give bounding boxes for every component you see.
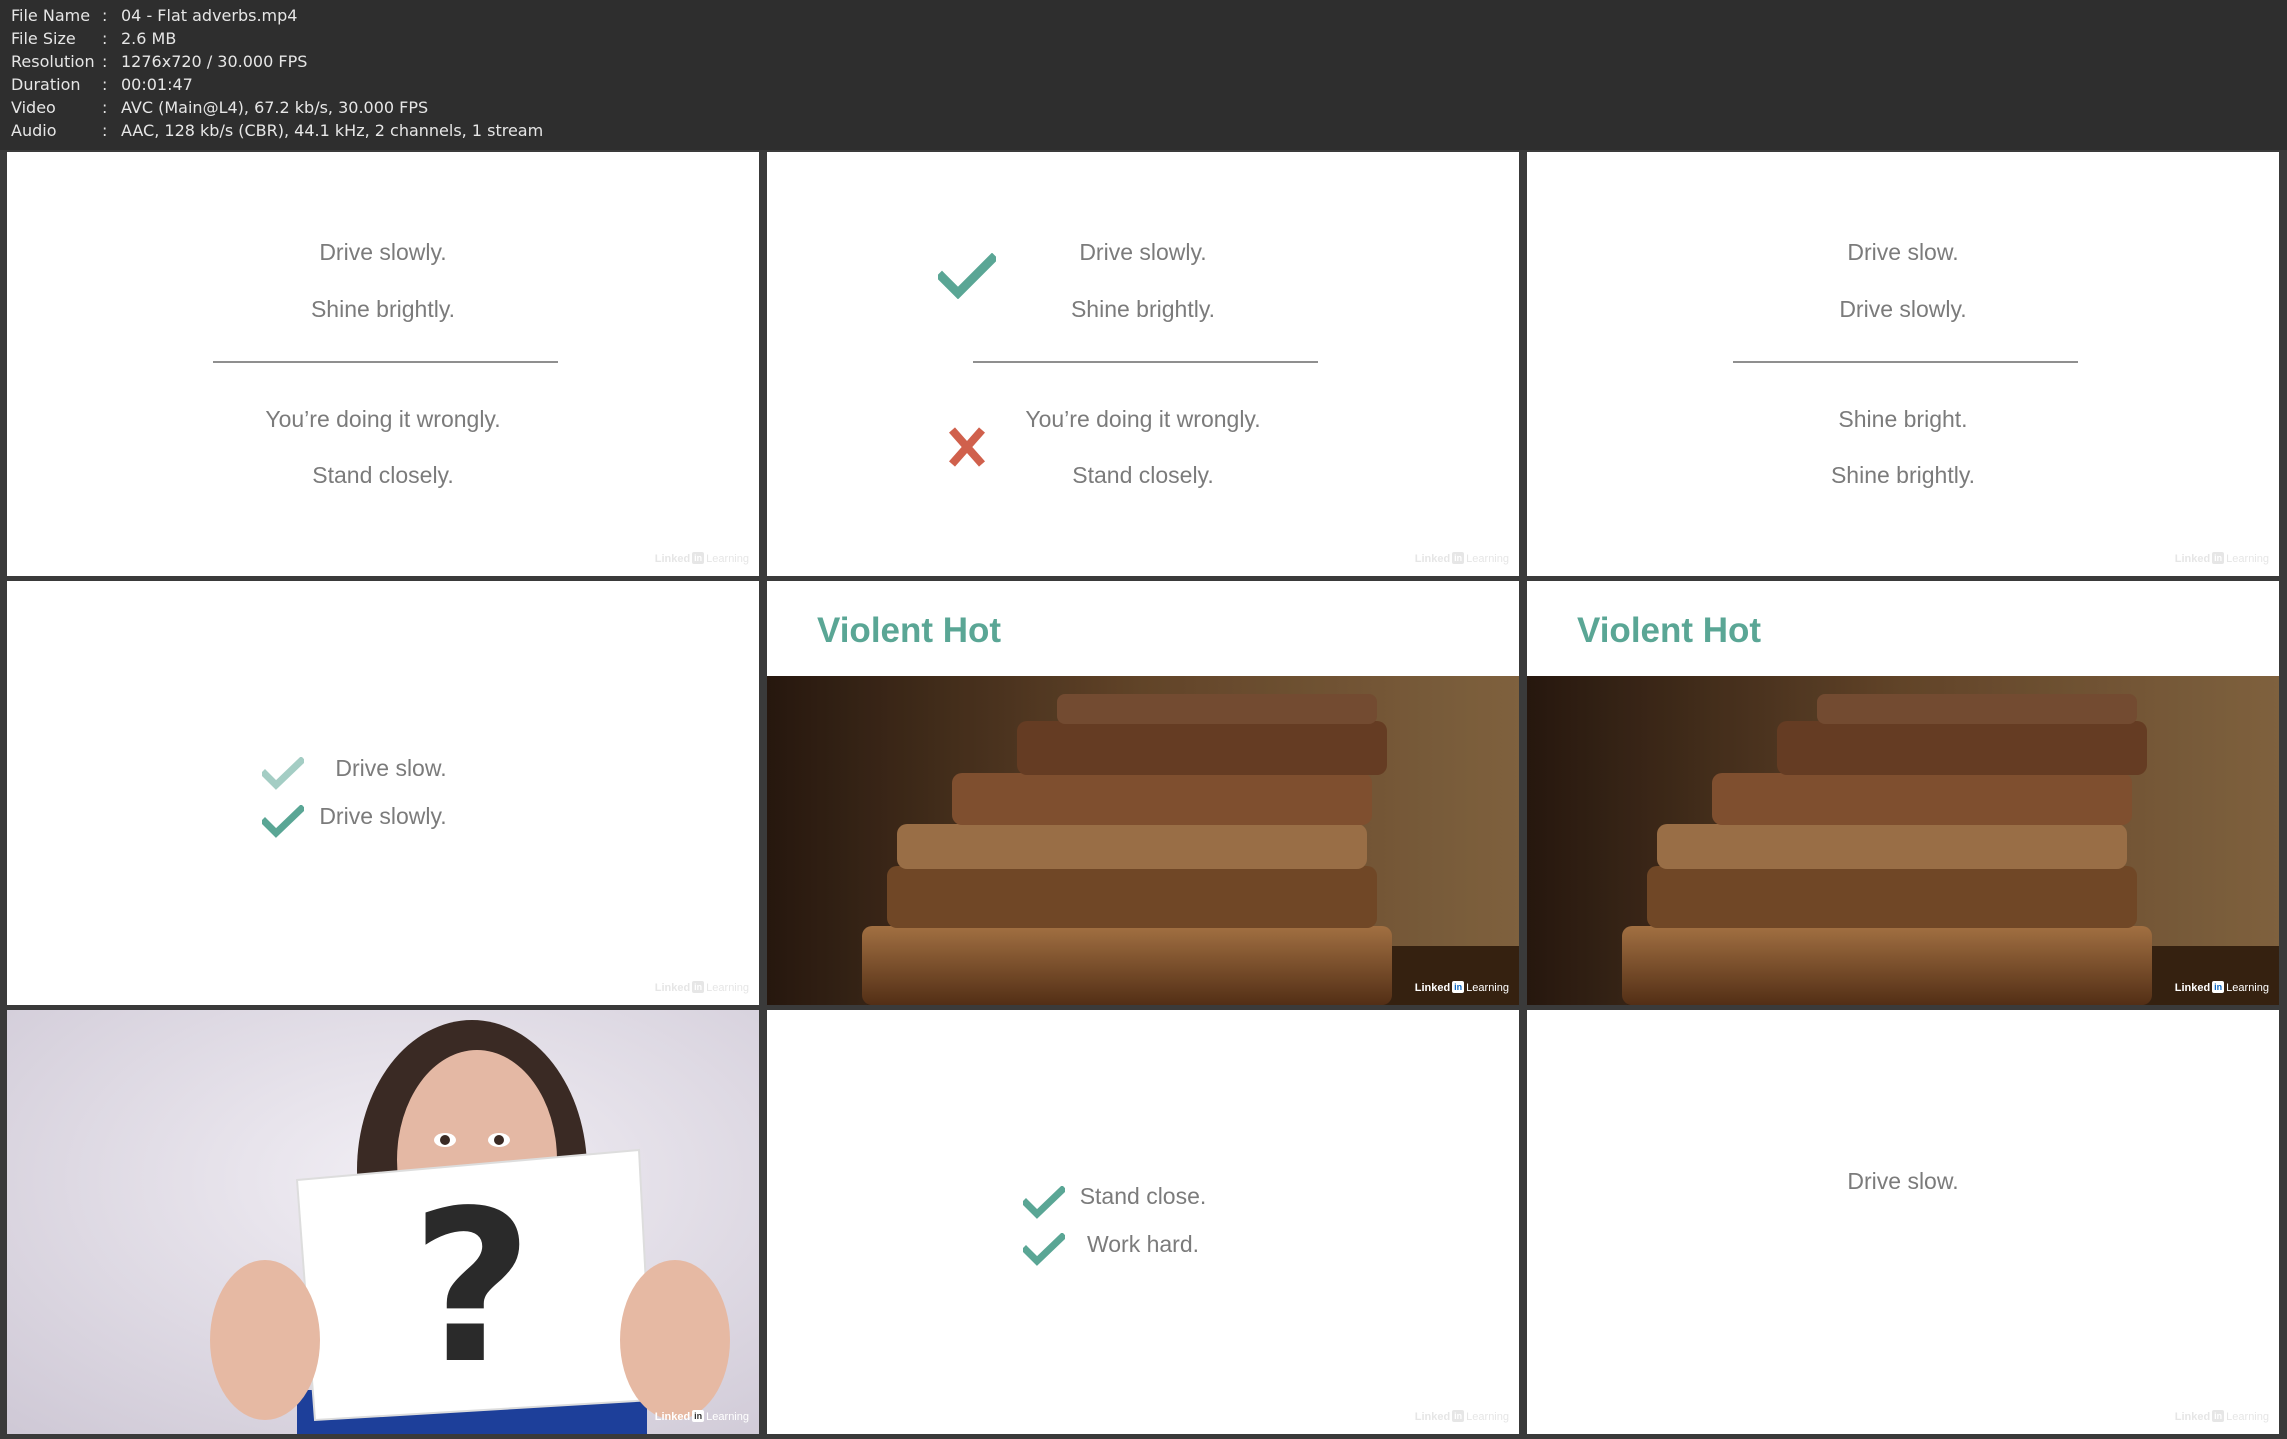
linkedin-learning-watermark: Linked in Learning xyxy=(2175,552,2269,566)
linkedin-learning-watermark: Linked in Learning xyxy=(655,1410,749,1424)
slide-text-line: Work hard. xyxy=(1086,1231,1200,1257)
slide-text-line: Drive slowly. xyxy=(319,239,447,265)
slide-text-line: Stand closely. xyxy=(312,462,454,488)
meta-colon: : xyxy=(102,75,108,94)
slide-text-line: Drive slowly. xyxy=(319,803,447,829)
meta-key: File Size xyxy=(11,29,76,48)
stacked-books-photo xyxy=(767,676,1519,1005)
linkedin-learning-watermark: Linked in Learning xyxy=(1415,552,1509,566)
meta-key: File Name xyxy=(11,6,91,25)
thumbnail-frame-9: Drive slow. Linked in Learning xyxy=(1527,1010,2279,1434)
watermark-suffix: Learning xyxy=(706,553,749,565)
thumbnail-frame-1: Drive slowly. Shine brightly. You’re doi… xyxy=(7,152,759,576)
thumbnail-grid: Drive slowly. Shine brightly. You’re doi… xyxy=(0,150,2287,1439)
watermark-brand: Linked xyxy=(654,1411,691,1423)
meta-colon: : xyxy=(102,98,108,117)
svg-text:?: ? xyxy=(411,1165,533,1410)
meta-key: Resolution xyxy=(11,52,95,71)
thumbnail-frame-3: Drive slow. Drive slowly. Shine bright. … xyxy=(1527,152,2279,576)
meta-value: 2.6 MB xyxy=(121,29,177,48)
watermark-brand: Linked xyxy=(654,553,691,565)
slide-title: Violent Hot xyxy=(1577,611,1762,650)
meta-key: Duration xyxy=(11,75,81,94)
linkedin-learning-watermark: Linked in Learning xyxy=(2175,1410,2269,1424)
watermark-suffix: Learning xyxy=(2226,553,2269,565)
watermark-suffix: Learning xyxy=(2226,982,2269,994)
watermark-brand: Linked xyxy=(2174,553,2211,565)
meta-colon: : xyxy=(102,52,108,71)
slide-text-line: Shine brightly. xyxy=(310,296,456,322)
slide-text-line: Drive slow. xyxy=(335,755,447,781)
thumbnail-frame-6: Violent Hot Linked in Learning xyxy=(1527,581,2279,1005)
divider-line xyxy=(973,361,1318,363)
divider-line xyxy=(213,361,558,363)
slide-text-line: Stand closely. xyxy=(1072,462,1214,488)
meta-value: AVC (Main@L4), 67.2 kb/s, 30.000 FPS xyxy=(121,98,429,117)
linkedin-learning-watermark: Linked in Learning xyxy=(655,552,749,566)
slide-text-line: Shine bright. xyxy=(1838,406,1968,432)
linkedin-learning-watermark: Linked in Learning xyxy=(1415,981,1509,995)
slide-text-line: Drive slow. xyxy=(1847,239,1959,265)
linkedin-learning-watermark: Linked in Learning xyxy=(2175,981,2269,995)
watermark-in-logo: in xyxy=(2212,1410,2225,1422)
watermark-brand: Linked xyxy=(1414,982,1451,994)
watermark-brand: Linked xyxy=(1414,553,1451,565)
watermark-in-logo: in xyxy=(692,981,705,993)
slide-text-line: You’re doing it wrongly. xyxy=(265,406,501,432)
slide-text-line: Drive slow. xyxy=(1847,1168,1959,1194)
watermark-suffix: Learning xyxy=(706,1411,749,1423)
meta-value: 1276x720 / 30.000 FPS xyxy=(121,52,308,71)
stacked-books-photo xyxy=(1527,676,2279,1005)
thumbnail-frame-8: Stand close. Work hard. Linked in Learning xyxy=(767,1010,1519,1434)
watermark-suffix: Learning xyxy=(2226,1411,2269,1423)
slide-text-line: Drive slowly. xyxy=(1079,239,1207,265)
slide-text-line: Stand close. xyxy=(1079,1183,1207,1209)
slide-text-line: Shine brightly. xyxy=(1830,462,1976,488)
meta-colon: : xyxy=(102,29,108,48)
meta-value: 04 - Flat adverbs.mp4 xyxy=(121,6,298,25)
watermark-in-logo: in xyxy=(1452,552,1465,564)
slide-text-line: Shine brightly. xyxy=(1070,296,1216,322)
watermark-in-logo: in xyxy=(692,552,705,564)
watermark-suffix: Learning xyxy=(1466,1411,1509,1423)
meta-colon: : xyxy=(102,6,108,25)
watermark-suffix: Learning xyxy=(1466,982,1509,994)
watermark-in-logo: in xyxy=(1452,981,1465,993)
divider-line xyxy=(1733,361,2078,363)
file-info-header: File Name : 04 - Flat adverbs.mp4 File S… xyxy=(0,0,2287,150)
thumbnail-frame-5: Violent Hot Linked in Learning xyxy=(767,581,1519,1005)
watermark-brand: Linked xyxy=(2174,982,2211,994)
slide-text-line: You’re doing it wrongly. xyxy=(1025,406,1261,432)
watermark-brand: Linked xyxy=(1414,1411,1451,1423)
linkedin-learning-watermark: Linked in Learning xyxy=(1415,1410,1509,1424)
thumbnail-frame-7: ? Linked in Learning xyxy=(7,1010,759,1434)
thumbnail-frame-4: Drive slow. Drive slowly. Linked in Learni… xyxy=(7,581,759,1005)
watermark-in-logo: in xyxy=(2212,981,2225,993)
meta-colon: : xyxy=(102,121,108,140)
linkedin-learning-watermark: Linked in Learning xyxy=(655,981,749,995)
watermark-in-logo: in xyxy=(692,1410,705,1422)
watermark-brand: Linked xyxy=(2174,1411,2211,1423)
watermark-suffix: Learning xyxy=(1466,553,1509,565)
slide-text-line: Drive slowly. xyxy=(1839,296,1967,322)
meta-value: 00:01:47 xyxy=(121,75,193,94)
watermark-brand: Linked xyxy=(654,982,691,994)
woman-question-mark-photo: ? xyxy=(7,1010,759,1434)
meta-key: Video xyxy=(11,98,56,117)
meta-key: Audio xyxy=(11,121,57,140)
watermark-in-logo: in xyxy=(1452,1410,1465,1422)
watermark-suffix: Learning xyxy=(706,982,749,994)
thumbnail-frame-2: Drive slowly. Shine brightly. You’re doi… xyxy=(767,152,1519,576)
slide-title: Violent Hot xyxy=(817,611,1002,650)
meta-value: AAC, 128 kb/s (CBR), 44.1 kHz, 2 channel… xyxy=(121,121,544,140)
watermark-in-logo: in xyxy=(2212,552,2225,564)
